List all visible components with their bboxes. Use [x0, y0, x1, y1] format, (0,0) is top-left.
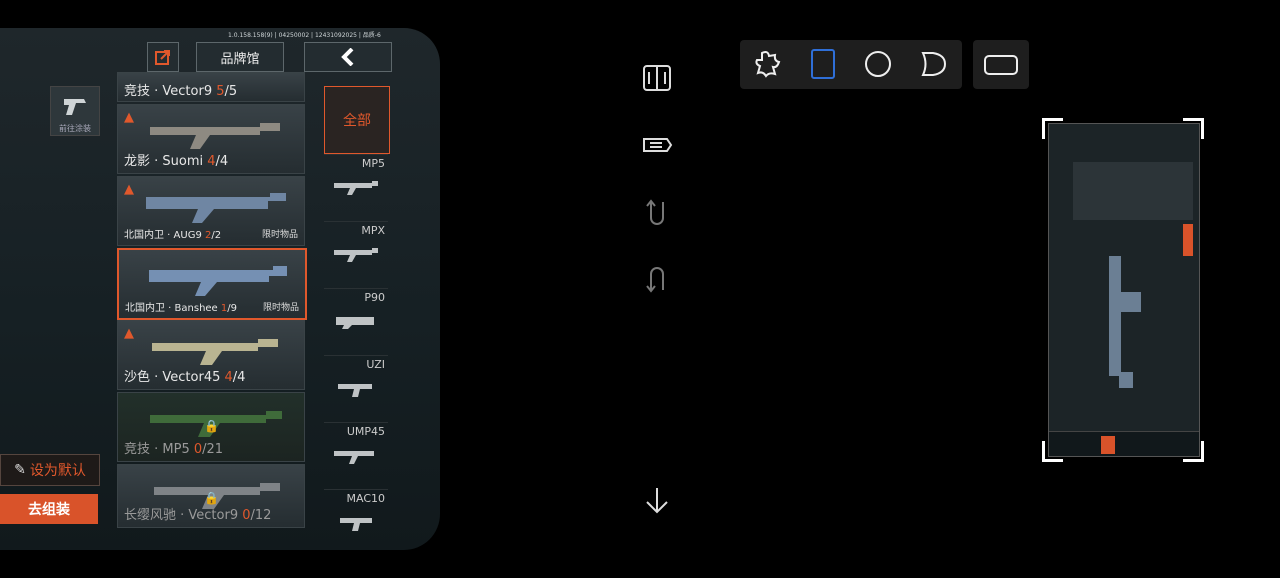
rifle-image: [150, 123, 280, 149]
rotate-up-icon[interactable]: [640, 262, 674, 296]
category-tab[interactable]: MAC10: [324, 489, 388, 550]
category-tab[interactable]: UZI: [324, 355, 388, 422]
preview-bottom-bar: [1049, 431, 1199, 456]
assemble-button[interactable]: 去组装: [0, 494, 98, 524]
puzzle-icon[interactable]: [753, 49, 783, 79]
category-tab[interactable]: MPX: [324, 221, 388, 288]
crop-corner-top-right[interactable]: [1183, 118, 1204, 139]
screenshot-preview[interactable]: [1042, 118, 1204, 462]
skin-card[interactable]: ▲ 沙色 · Vector45 4/4: [117, 320, 305, 390]
game-screen: 1.0.158.158(9) | 04250002 | 12431092025 …: [0, 28, 440, 550]
rifle-image: [149, 266, 287, 296]
back-button[interactable]: [304, 42, 392, 72]
lock-icon: 🔒: [204, 491, 219, 505]
crop-corner-top-left[interactable]: [1042, 118, 1063, 139]
lock-icon: 🔒: [204, 419, 219, 433]
category-label: P90: [364, 291, 385, 304]
crop-corner-bottom-left[interactable]: [1042, 441, 1063, 462]
mac10-icon: [340, 518, 372, 531]
arrow-down-icon[interactable]: [640, 484, 674, 518]
preview-selected-tab: [1101, 436, 1115, 454]
rifle-image: [146, 193, 286, 223]
category-label: MAC10: [346, 492, 386, 505]
circle-icon[interactable]: [863, 49, 893, 79]
paint-label: 前往涂装: [59, 124, 91, 133]
brand-hall-button[interactable]: 品牌馆: [196, 42, 284, 72]
p90-icon: [336, 317, 374, 329]
heart-icon[interactable]: [918, 49, 948, 79]
preview-orange-tab: [1183, 224, 1193, 256]
category-label: MPX: [361, 224, 385, 237]
paint-gun-icon: [64, 99, 86, 115]
weapon-category-list: 全部 MP5 MPX P90 UZI UMP45 MAC10: [324, 86, 390, 550]
rounded-rect-button[interactable]: [973, 40, 1029, 89]
rectangle-icon[interactable]: [808, 49, 838, 79]
skin-name: 沙色 · Vector45 4/4: [124, 370, 246, 385]
category-tab[interactable]: P90: [324, 288, 388, 355]
crop-corner-bottom-right[interactable]: [1183, 441, 1204, 462]
skin-card-locked[interactable]: 🔒 竞技 · MP5 0/21: [117, 392, 305, 462]
preview-skin-strip: [1073, 162, 1193, 220]
category-tab[interactable]: MP5: [324, 154, 388, 221]
smg-image: [152, 339, 278, 365]
skin-name: 北国内卫 · Banshee 1/9: [125, 303, 238, 314]
chevron-left-icon: [341, 48, 354, 66]
skin-card[interactable]: ▲ 北国内卫 · AUG9 2/2 限时物品: [117, 176, 305, 246]
hot-icon: ▲: [124, 182, 134, 197]
hot-icon: ▲: [124, 110, 134, 125]
category-tab[interactable]: UMP45: [324, 422, 388, 489]
mp5-icon: [334, 181, 378, 195]
ump45-icon: [334, 451, 374, 464]
skin-name: 北国内卫 · AUG9 2/2: [124, 230, 222, 241]
paint-button[interactable]: 前往涂装: [50, 86, 100, 136]
preview-rifle-image: [1109, 256, 1141, 388]
skin-name: 竞技 · MP5 0/21: [124, 442, 224, 457]
build-info: 1.0.158.158(9) | 04250002 | 12431092025 …: [228, 32, 381, 39]
category-label: MP5: [361, 157, 385, 170]
brush-icon: ✎: [14, 462, 26, 478]
skin-card-selected[interactable]: 北国内卫 · Banshee 1/9 限时物品: [117, 248, 307, 320]
share-button[interactable]: [147, 42, 179, 72]
category-label: UMP45: [346, 425, 385, 438]
preview-image: [1048, 123, 1200, 457]
skin-card-locked[interactable]: 🔒 长缨风驰 · Vector9 0/12: [117, 464, 305, 528]
hot-icon: ▲: [124, 326, 134, 341]
limited-tag: 限时物品: [262, 303, 299, 313]
skin-card[interactable]: ▲ 龙影 · Suomi 4/4: [117, 104, 305, 174]
skin-card[interactable]: 竞技 · Vector9 5/5: [117, 72, 305, 102]
limited-tag: 限时物品: [261, 230, 298, 240]
shape-toolbar: [740, 40, 962, 89]
skin-name: 竞技 · Vector9 5/5: [124, 84, 238, 99]
set-default-button[interactable]: ✎ 设为默认: [0, 454, 100, 486]
skin-name: 龙影 · Suomi 4/4: [124, 154, 229, 169]
share-icon: [155, 50, 170, 65]
split-view-icon[interactable]: [640, 61, 674, 95]
category-all-tab[interactable]: 全部: [324, 86, 390, 154]
skin-name: 长缨风驰 · Vector9 0/12: [124, 508, 272, 523]
uzi-icon: [338, 384, 372, 397]
tag-icon[interactable]: [640, 128, 674, 162]
category-label: UZI: [366, 358, 385, 371]
rotate-down-icon[interactable]: [640, 196, 674, 230]
set-default-label: 设为默认: [29, 463, 86, 479]
rounded-rect-icon: [984, 55, 1018, 75]
mpx-icon: [334, 248, 378, 262]
